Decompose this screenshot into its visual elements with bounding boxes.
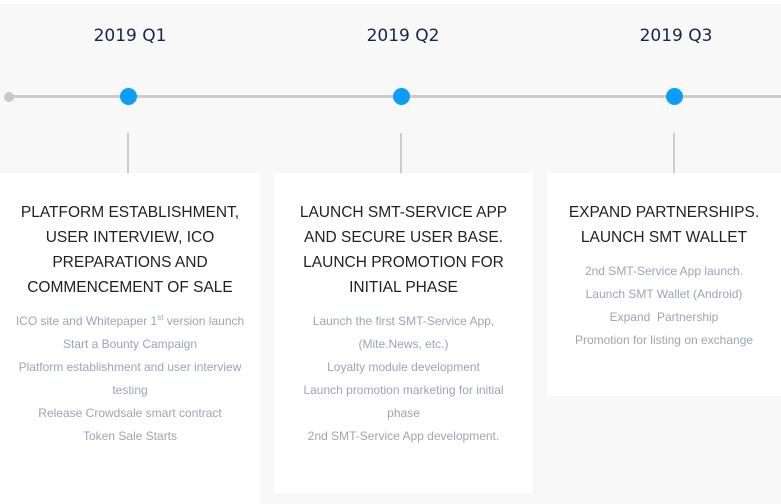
quarter-label-q1: 2019 Q1 xyxy=(93,26,167,46)
stage-item: Loyalty module development xyxy=(327,360,480,374)
stage-title: LAUNCH SMT-SERVICE APP AND SECURE USER B… xyxy=(299,204,508,296)
stage-title: PLATFORM ESTABLISHMENT, USER INTERVIEW, … xyxy=(20,204,240,296)
stem-q3 xyxy=(673,133,675,173)
stage-item: Platform establishment and user intervie… xyxy=(18,360,242,397)
stage-title: EXPAND PARTNERSHIPS. LAUNCH SMT WALLET xyxy=(568,204,760,246)
stem-q2 xyxy=(400,133,402,173)
stage-item: ICO site and Whitepaper 1st version laun… xyxy=(8,310,252,333)
stage-items: 2nd SMT-Service App launch. Launch SMT W… xyxy=(555,260,773,352)
stage-items: ICO site and Whitepaper 1st version laun… xyxy=(8,310,252,448)
stage-item: Launch SMT Wallet (Android) xyxy=(585,287,743,301)
quarter-label-q2: 2019 Q2 xyxy=(366,26,440,46)
stage-item: Launch promotion marketing for initial p… xyxy=(303,383,504,420)
stage-item: Expand Partnership xyxy=(609,310,719,324)
stage-card-q1: PLATFORM ESTABLISHMENT, USER INTERVIEW, … xyxy=(0,173,260,504)
quarter-label-q3: 2019 Q3 xyxy=(639,26,713,46)
stage-items: Launch the first SMT-Service App, (Mite.… xyxy=(288,310,519,448)
top-band xyxy=(0,0,781,4)
stage-item: Release Crowdsale smart contract xyxy=(38,406,222,420)
stage-card-q2: LAUNCH SMT-SERVICE APP AND SECURE USER B… xyxy=(274,173,533,493)
stage-item: Start a Bounty Campaign xyxy=(62,337,198,351)
timeline-dot-q3[interactable] xyxy=(666,88,683,105)
timeline-start-dot xyxy=(4,92,14,102)
stage-item: 2nd SMT-Service App launch. xyxy=(584,264,744,278)
item-text: ICO site and Whitepaper 1 xyxy=(15,314,158,328)
stage-card-q3: EXPAND PARTNERSHIPS. LAUNCH SMT WALLET 2… xyxy=(547,173,781,396)
timeline-dot-q1[interactable] xyxy=(120,88,137,105)
stage-item: Launch the first SMT-Service App, (Mite.… xyxy=(312,314,495,351)
item-text: version launch xyxy=(163,314,245,328)
stage-item: Promotion for listing on exchange xyxy=(574,333,754,347)
timeline-dot-q2[interactable] xyxy=(393,88,410,105)
stage-item: Token Sale Starts xyxy=(82,429,178,443)
stage-item: 2nd SMT-Service App development. xyxy=(307,429,500,443)
stem-q1 xyxy=(127,133,129,173)
